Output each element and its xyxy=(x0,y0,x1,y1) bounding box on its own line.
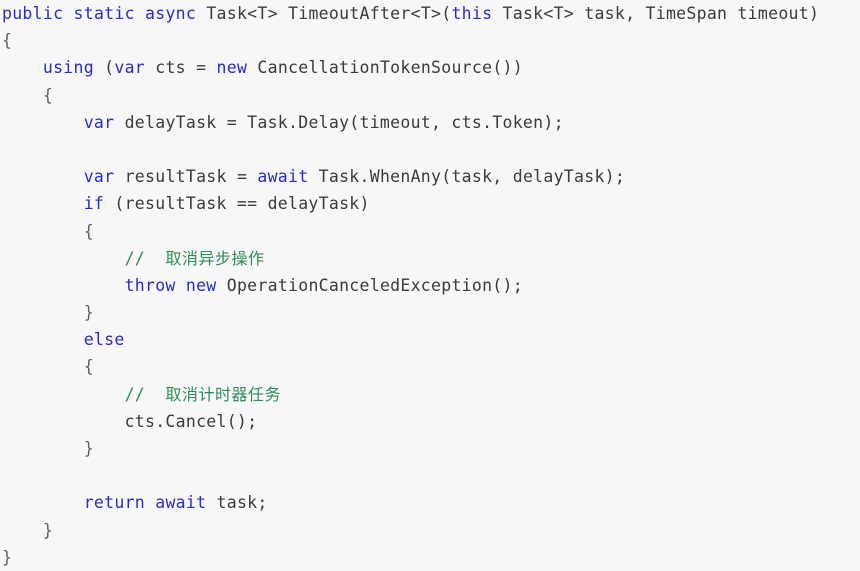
code-line: var delayTask = Task.Delay(timeout, cts.… xyxy=(0,109,860,136)
code-token-cjk: 取消计时器任务 xyxy=(165,384,281,404)
code-line: { xyxy=(0,218,860,245)
code-token-kw: public xyxy=(2,4,64,23)
code-token-brace: } xyxy=(83,439,94,458)
code-token-kw: var xyxy=(114,58,146,78)
code-line: { xyxy=(0,353,860,380)
code-token-plain: cts = xyxy=(145,58,217,78)
code-token-plain: ( xyxy=(93,58,115,78)
code-line: // 取消异步操作 xyxy=(0,245,860,272)
code-token-comment: // xyxy=(124,384,166,404)
code-token-kw: new xyxy=(216,58,248,78)
code-line: { xyxy=(0,82,860,109)
code-line: } xyxy=(0,299,860,326)
code-token-kw: new xyxy=(185,275,217,295)
code-token-plain: Task<T> task, TimeSpan timeout) xyxy=(492,4,820,23)
code-token-plain: cts.Cancel(); xyxy=(2,411,258,431)
code-line: cts.Cancel(); xyxy=(0,408,860,435)
code-token-kw: var xyxy=(83,112,115,132)
code-token-kw: await xyxy=(257,167,309,187)
code-token-plain: Task.WhenAny(task, delayTask); xyxy=(308,167,626,187)
code-line: } xyxy=(0,435,860,462)
code-token-brace: { xyxy=(42,85,54,105)
code-token-plain: Task<T> TimeoutAfter<T>( xyxy=(196,4,452,23)
code-line: public static async Task<T> TimeoutAfter… xyxy=(0,0,860,27)
code-token-plain: delayTask = Task.Delay(timeout, cts.Toke… xyxy=(114,112,564,132)
code-line: { xyxy=(0,27,860,54)
code-token-kw: else xyxy=(83,330,125,350)
code-token-brace: { xyxy=(2,31,13,51)
code-token-brace: { xyxy=(83,357,94,377)
code-viewer[interactable]: public static async Task<T> TimeoutAfter… xyxy=(0,0,860,571)
code-token-kw: await xyxy=(155,493,207,513)
code-token-brace: } xyxy=(2,547,13,567)
code-line: using (var cts = new CancellationTokenSo… xyxy=(0,54,860,81)
code-token-kw: using xyxy=(42,58,94,78)
code-line: return await task; xyxy=(0,489,860,516)
code-token-plain: CancellationTokenSource()) xyxy=(247,58,523,78)
code-token-kw: return xyxy=(83,493,146,513)
code-line: else xyxy=(0,326,860,353)
code-token-brace: { xyxy=(83,221,94,241)
code-token-plain: (resultTask == delayTask) xyxy=(104,194,370,214)
code-line: if (resultTask == delayTask) xyxy=(0,190,860,217)
code-token-kw: if xyxy=(83,194,105,214)
code-token-comment: // xyxy=(124,248,166,268)
code-token-plain: task; xyxy=(206,493,268,513)
code-token-kw: static xyxy=(73,4,135,23)
code-token-cjk: 取消异步操作 xyxy=(165,248,265,268)
code-token-plain: resultTask = xyxy=(114,167,258,187)
code-line: throw new OperationCanceledException(); xyxy=(0,272,860,299)
code-line: } xyxy=(0,517,860,544)
code-token-kw: var xyxy=(83,167,115,187)
code-line: } xyxy=(0,544,860,571)
code-line: // 取消计时器任务 xyxy=(0,381,860,408)
code-token-kw: throw xyxy=(124,275,176,295)
code-token-plain: OperationCanceledException(); xyxy=(216,275,523,295)
code-token-kw: async xyxy=(145,4,197,23)
code-token-brace: } xyxy=(83,303,94,323)
code-token-kw: this xyxy=(451,4,493,23)
code-token-brace: } xyxy=(42,520,54,540)
code-line: var resultTask = await Task.WhenAny(task… xyxy=(0,163,860,190)
